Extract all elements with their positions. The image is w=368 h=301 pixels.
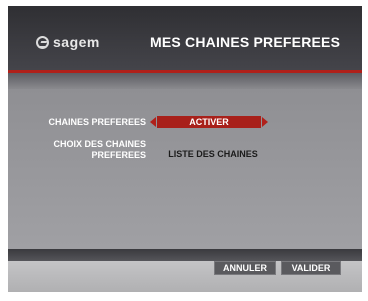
tv-menu-screen: sagem MES CHAINES PREFEREES CHAINES PREF… [8, 6, 362, 292]
arrow-left-icon[interactable] [150, 117, 156, 127]
brand-logo: sagem [36, 34, 100, 50]
favorites-label: CHAINES PREFEREES [48, 117, 146, 127]
sagem-logo-icon [36, 35, 49, 49]
arrow-right-icon[interactable] [262, 117, 268, 127]
cancel-button[interactable]: ANNULER [214, 261, 276, 275]
validate-button[interactable]: VALIDER [281, 261, 341, 275]
brand-name: sagem [53, 34, 100, 50]
choice-label-line2: PREFEREES [91, 150, 146, 160]
header-bar: sagem MES CHAINES PREFEREES [8, 6, 362, 70]
header-shadow-band [8, 73, 362, 89]
choice-value[interactable]: LISTE DES CHAINES [158, 149, 268, 159]
favorites-selector[interactable]: ACTIVER [150, 116, 268, 128]
page-title: MES CHAINES PREFEREES [150, 34, 341, 50]
favorites-value[interactable]: ACTIVER [157, 116, 261, 128]
content-area [8, 89, 362, 249]
choice-label-line1: CHOIX DES CHAINES [53, 139, 146, 149]
footer-shadow-band [8, 249, 362, 261]
choice-label: CHOIX DES CHAINES PREFEREES [28, 139, 146, 161]
